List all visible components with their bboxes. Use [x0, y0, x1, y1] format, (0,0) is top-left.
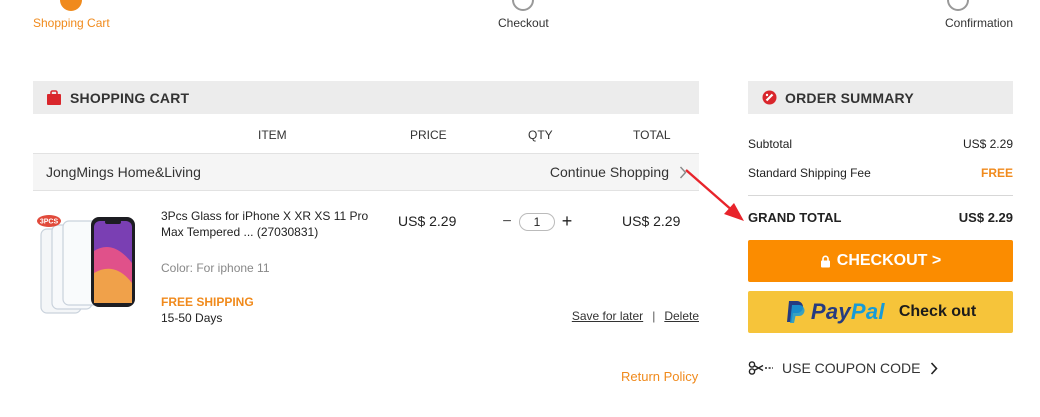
save-for-later-link[interactable]: Save for later	[572, 309, 643, 323]
checkout-label: CHECKOUT >	[836, 252, 942, 269]
cart-item-row: 3PCS 3Pcs Glass for iPhone X XR XS 11 Pr…	[33, 191, 699, 336]
store-name: JongMings Home&Living	[46, 164, 201, 180]
cart-title: SHOPPING CART	[70, 89, 190, 106]
lock-icon	[820, 255, 830, 267]
col-price: PRICE	[410, 128, 447, 142]
item-total: US$ 2.29	[622, 213, 681, 229]
step-label-checkout: Checkout	[498, 16, 549, 30]
subtotal-row: Subtotal US$ 2.29	[748, 137, 1013, 151]
free-shipping-label: FREE SHIPPING	[161, 295, 254, 309]
step-dot-cart	[60, 0, 82, 11]
continue-shopping-label: Continue Shopping	[549, 164, 669, 180]
qty-increase-button[interactable]: +	[559, 211, 575, 232]
summary-divider	[748, 195, 1013, 196]
shipping-row: Standard Shipping Fee FREE	[748, 166, 1013, 180]
continue-shopping-link[interactable]: Continue Shopping	[550, 164, 687, 180]
step-label-cart: Shopping Cart	[33, 16, 110, 30]
store-row: JongMings Home&Living Continue Shopping	[33, 154, 699, 191]
col-total: TOTAL	[633, 128, 671, 142]
subtotal-value: US$ 2.29	[962, 137, 1013, 151]
qty-input[interactable]: 1	[519, 212, 555, 231]
bag-icon	[47, 90, 61, 105]
item-title-link[interactable]: 3Pcs Glass for iPhone X XR XS 11 Pro Max…	[161, 208, 376, 240]
paypal-check-out-label: Check out	[898, 303, 977, 320]
paypal-wordmark: PayPal	[810, 299, 885, 324]
step-dot-confirmation	[947, 0, 969, 11]
item-price: US$ 2.29	[398, 213, 457, 229]
qty-decrease-button[interactable]: −	[499, 213, 515, 231]
scissors-icon	[748, 361, 773, 375]
paypal-logo-icon	[786, 301, 805, 323]
item-color: Color: For iphone 11	[161, 261, 270, 275]
return-policy-link[interactable]: Return Policy	[621, 369, 698, 384]
step-dot-checkout	[512, 0, 534, 11]
delete-link[interactable]: Delete	[664, 309, 699, 323]
chevron-right-icon	[931, 361, 939, 375]
cart-header: SHOPPING CART	[33, 81, 699, 114]
shipping-label: Standard Shipping Fee	[748, 166, 871, 180]
grand-total-value: US$ 2.29	[958, 210, 1013, 225]
subtotal-label: Subtotal	[748, 137, 793, 151]
grand-total-row: GRAND TOTAL US$ 2.29	[748, 210, 1013, 225]
annotation-arrow-icon	[685, 169, 744, 221]
item-actions: Save for later | Delete	[572, 309, 699, 323]
order-summary-panel: ORDER SUMMARY Subtotal US$ 2.29 Standard…	[748, 81, 1013, 376]
delivery-time: 15-50 Days	[161, 311, 223, 325]
checkout-button[interactable]: CHECKOUT >	[748, 240, 1013, 282]
actions-divider: |	[652, 309, 656, 323]
checkout-progress: Shopping Cart Checkout Confirmation	[0, 0, 1040, 40]
order-summary-icon	[762, 90, 777, 105]
summary-header: ORDER SUMMARY	[748, 81, 1013, 114]
summary-title: ORDER SUMMARY	[785, 89, 914, 106]
shopping-cart-panel: SHOPPING CART ITEM PRICE QTY TOTAL JongM…	[33, 81, 699, 336]
step-label-confirmation: Confirmation	[945, 16, 1014, 30]
col-item: ITEM	[258, 128, 287, 142]
col-qty: QTY	[528, 128, 553, 142]
use-coupon-code-link[interactable]: USE COUPON CODE	[748, 360, 1013, 376]
coupon-label: USE COUPON CODE	[782, 360, 921, 376]
paypal-checkout-button[interactable]: PayPal Check out	[748, 291, 1013, 333]
thumb-badge: 3PCS	[40, 219, 59, 226]
cart-column-headers: ITEM PRICE QTY TOTAL	[33, 114, 699, 154]
grand-total-label: GRAND TOTAL	[748, 210, 842, 225]
quantity-stepper: − 1 +	[499, 211, 575, 232]
product-thumbnail[interactable]: 3PCS	[35, 211, 140, 321]
shipping-value: FREE	[980, 166, 1013, 180]
